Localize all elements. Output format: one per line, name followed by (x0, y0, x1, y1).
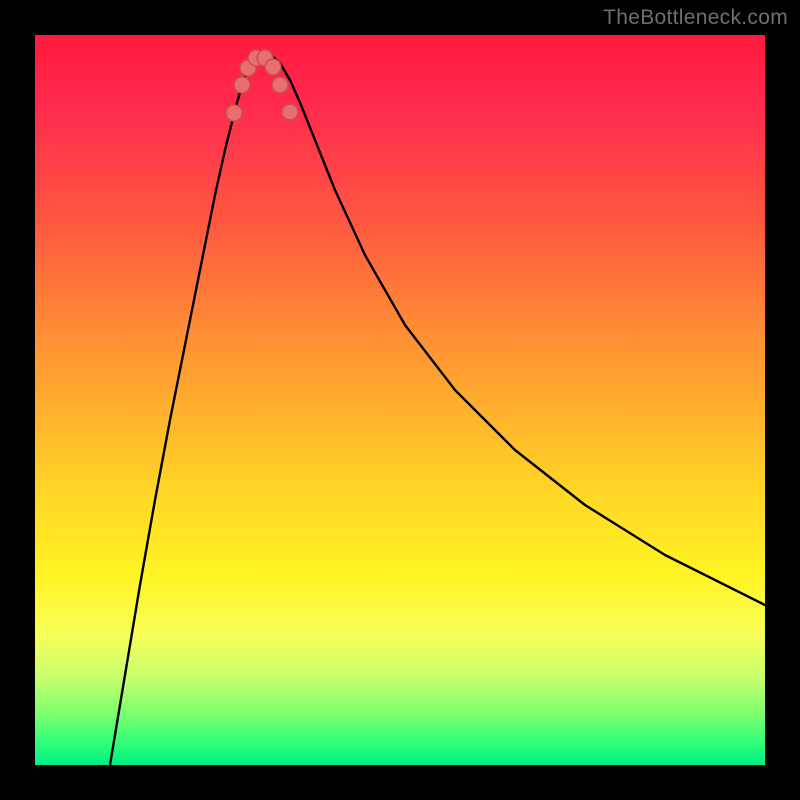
plot-area (35, 35, 765, 765)
curve-marker (226, 105, 242, 121)
marker-group (226, 50, 298, 121)
curve-marker (272, 77, 288, 93)
curve-marker (234, 77, 250, 93)
watermark-text: TheBottleneck.com (603, 6, 788, 30)
curve-marker (265, 59, 281, 75)
bottleneck-curve (110, 53, 765, 765)
chart-frame: TheBottleneck.com (0, 0, 800, 800)
curve-marker (282, 104, 298, 120)
chart-overlay (35, 35, 765, 765)
